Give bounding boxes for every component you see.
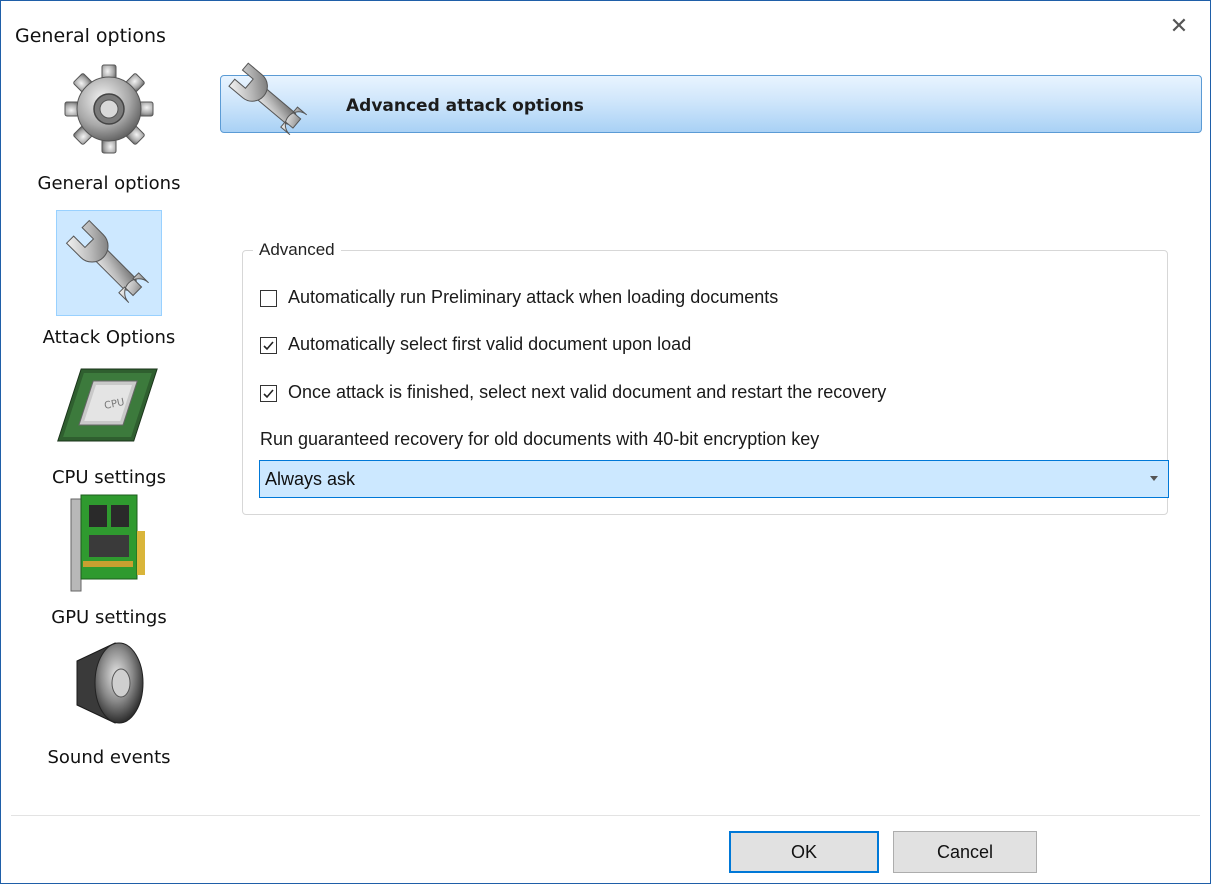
cpu-chip-icon: CPU <box>57 351 161 455</box>
sidebar-item-label: Attack Options <box>42 327 176 348</box>
checkbox-box[interactable] <box>260 337 277 354</box>
sidebar: General options Attack Options CPU CPU s… <box>1 57 217 777</box>
checkbox-label: Automatically run Preliminary attack whe… <box>288 287 779 307</box>
sidebar-item-general-options[interactable]: General options <box>1 57 217 197</box>
section-header: Advanced attack options <box>220 62 1202 136</box>
guaranteed-recovery-select[interactable]: Always ask <box>259 460 1169 498</box>
cancel-button[interactable]: Cancel <box>893 831 1037 873</box>
close-icon[interactable]: ✕ <box>1167 15 1191 39</box>
sidebar-item-label: CPU settings <box>51 467 167 488</box>
sidebar-item-cpu-settings[interactable]: CPU CPU settings <box>1 351 217 491</box>
footer-divider <box>11 815 1200 816</box>
sidebar-item-attack-options[interactable]: Attack Options <box>1 210 217 351</box>
checkbox-box[interactable] <box>260 385 277 402</box>
checkbox-label: Automatically select first valid documen… <box>288 334 692 354</box>
checkbox-box[interactable] <box>260 290 277 307</box>
select-value: Always ask <box>265 469 356 489</box>
checkmark-icon <box>263 341 274 351</box>
window-title: General options <box>15 25 166 47</box>
section-title: Advanced attack options <box>346 96 584 116</box>
sidebar-item-label: Sound events <box>47 747 171 768</box>
guaranteed-recovery-label: Run guaranteed recovery for old document… <box>260 429 820 449</box>
sidebar-item-gpu-settings[interactable]: GPU settings <box>1 491 217 631</box>
checkbox-label: Once attack is finished, select next val… <box>288 382 887 402</box>
advanced-group-label: Advanced <box>253 240 341 260</box>
wrench-icon <box>217 56 323 146</box>
sidebar-item-label: GPU settings <box>51 607 167 628</box>
wrench-icon <box>56 210 162 316</box>
ok-button[interactable]: OK <box>729 831 879 873</box>
speaker-icon <box>57 631 161 735</box>
checkmark-icon <box>263 389 274 399</box>
sidebar-item-label: General options <box>37 173 181 194</box>
gear-icon <box>57 57 161 161</box>
options-dialog: General options ✕ General options Attack… <box>0 0 1211 884</box>
chevron-down-icon[interactable] <box>1150 476 1158 481</box>
sidebar-item-sound-events[interactable]: Sound events <box>1 631 217 771</box>
gpu-card-icon <box>57 491 161 595</box>
